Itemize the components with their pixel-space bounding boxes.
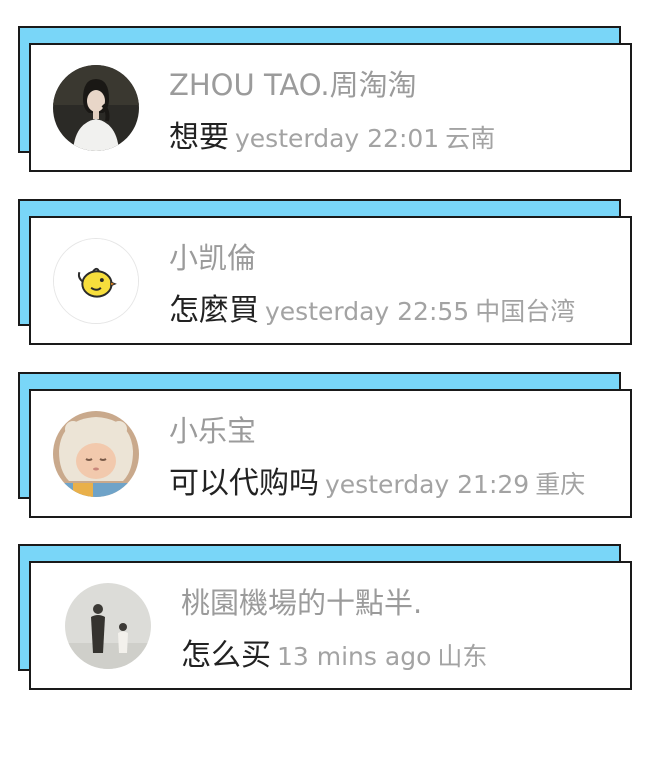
comment-location: 山东 — [437, 642, 488, 671]
baby-in-hat-avatar-icon — [53, 411, 139, 497]
avatar[interactable] — [53, 238, 139, 324]
comment-item[interactable]: 桃園機場的十點半. 怎么买 13 mins ago 山东 — [29, 561, 632, 690]
avatar[interactable] — [53, 411, 139, 497]
woman-portrait-avatar-icon — [53, 65, 139, 151]
two-people-avatar-icon — [65, 583, 151, 669]
commenter-name[interactable]: 小乐宝 — [169, 411, 256, 451]
comment-location: 重庆 — [535, 470, 586, 499]
comment-message: 想要 — [169, 120, 229, 155]
comment-item[interactable]: ZHOU TAO.周淘淘 想要 yesterday 22:01 云南 — [29, 43, 632, 172]
comment-message: 怎么买 — [181, 638, 271, 673]
comment-time: yesterday 21:29 — [325, 470, 530, 499]
avatar[interactable] — [65, 583, 151, 669]
comment-time: 13 mins ago — [277, 642, 432, 671]
commenter-name[interactable]: 小凯倫 — [169, 238, 256, 278]
comment-item[interactable]: 小凯倫 怎麼買 yesterday 22:55 中国台湾 — [29, 216, 632, 345]
avatar[interactable] — [53, 65, 139, 151]
comment-card: 桃園機場的十點半. 怎么买 13 mins ago 山东 — [18, 544, 632, 694]
commenter-name[interactable]: 桃園機場的十點半. — [181, 583, 422, 623]
comment-location: 云南 — [445, 124, 496, 153]
comment-line: 怎麼買 yesterday 22:55 中国台湾 — [169, 291, 575, 335]
comment-card: 小凯倫 怎麼買 yesterday 22:55 中国台湾 — [18, 199, 632, 349]
yellow-chick-avatar-icon — [54, 239, 138, 323]
comment-card: 小乐宝 可以代购吗 yesterday 21:29 重庆 — [18, 372, 632, 522]
comment-line: 想要 yesterday 22:01 云南 — [169, 118, 495, 162]
comment-time: yesterday 22:01 — [235, 124, 440, 153]
comment-line: 可以代购吗 yesterday 21:29 重庆 — [169, 464, 585, 508]
comment-time: yesterday 22:55 — [265, 297, 470, 326]
comment-item[interactable]: 小乐宝 可以代购吗 yesterday 21:29 重庆 — [29, 389, 632, 518]
comment-message: 可以代购吗 — [169, 466, 319, 501]
comment-line: 怎么买 13 mins ago 山东 — [181, 636, 487, 680]
comment-message: 怎麼買 — [169, 293, 259, 328]
commenter-name[interactable]: ZHOU TAO.周淘淘 — [169, 65, 417, 105]
comment-location: 中国台湾 — [475, 297, 576, 326]
comment-card: ZHOU TAO.周淘淘 想要 yesterday 22:01 云南 — [18, 26, 632, 176]
